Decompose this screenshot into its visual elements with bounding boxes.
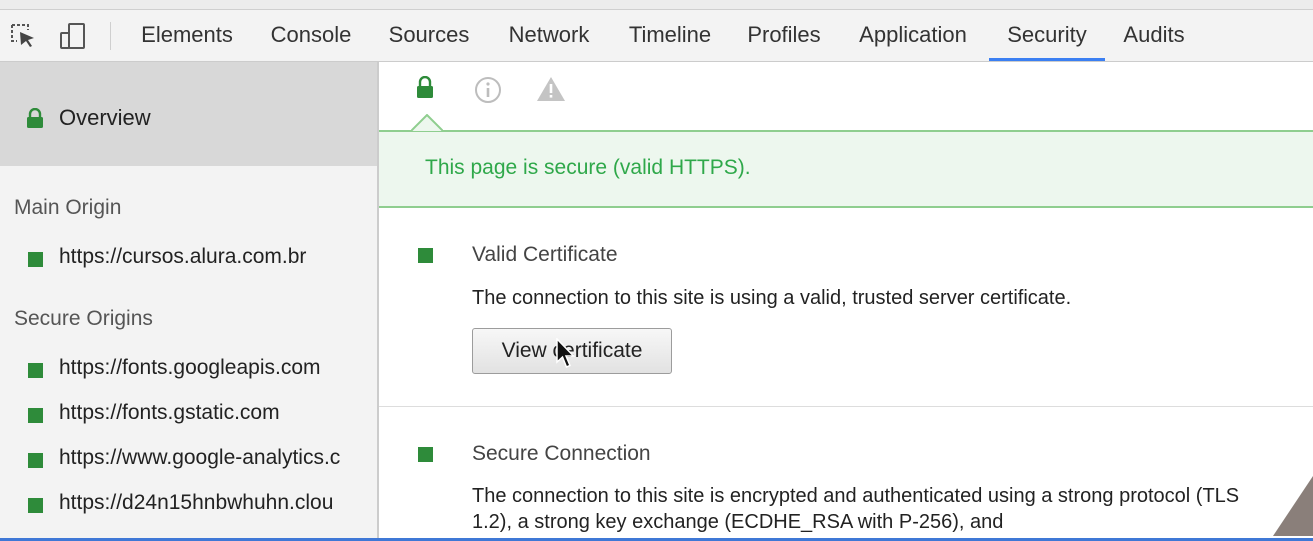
sidebar-item-origin[interactable]: https://d24n15hnbwhuhn.clou <box>28 491 377 519</box>
lock-icon <box>26 107 44 133</box>
origin-url: https://www.google-analytics.c <box>59 446 341 469</box>
main-origin-title: Main Origin <box>14 196 122 219</box>
secure-status-icon <box>418 248 433 263</box>
banner-pointer <box>410 113 444 137</box>
security-sidebar: Overview Main Origin https://cursos.alur… <box>0 62 379 541</box>
device-mode-icon[interactable] <box>58 21 88 51</box>
tab-security[interactable]: Security <box>989 10 1105 61</box>
view-certificate-button[interactable]: View certificate <box>472 328 672 374</box>
secure-status-icon <box>28 453 43 468</box>
tab-timeline[interactable]: Timeline <box>614 10 726 61</box>
origin-url: https://d24n15hnbwhuhn.clou <box>59 491 334 514</box>
devtools-toolbar: Elements Console Sources Network Timelin… <box>0 10 1313 62</box>
tab-sources[interactable]: Sources <box>374 10 484 61</box>
tab-profiles[interactable]: Profiles <box>734 10 834 61</box>
sidebar-item-origin[interactable]: https://fonts.gstatic.com <box>28 401 377 429</box>
secure-status-icon <box>28 252 43 267</box>
connection-description: The connection to this site is encrypted… <box>472 485 1240 533</box>
lock-icon[interactable] <box>416 75 434 103</box>
sidebar-item-label: Overview <box>59 105 151 130</box>
toolbar-separator <box>110 22 111 50</box>
sidebar-item-overview[interactable]: Overview <box>0 62 377 166</box>
connection-title: Secure Connection <box>472 442 651 465</box>
warning-icon[interactable] <box>536 76 566 107</box>
secure-origins-title: Secure Origins <box>14 307 153 330</box>
window-corner <box>1273 476 1313 541</box>
tab-network[interactable]: Network <box>492 10 606 61</box>
origin-url: https://fonts.googleapis.com <box>59 356 321 379</box>
sidebar-item-origin[interactable]: https://www.google-analytics.c <box>28 446 377 474</box>
origin-url: https://cursos.alura.com.br <box>59 245 307 268</box>
secure-status-icon <box>28 363 43 378</box>
certificate-description: The connection to this site is using a v… <box>472 287 1072 309</box>
window-top-strip <box>0 0 1313 10</box>
tab-console[interactable]: Console <box>256 10 366 61</box>
tab-application[interactable]: Application <box>842 10 984 61</box>
secure-banner-text: This page is secure (valid HTTPS). <box>425 156 751 179</box>
sidebar-item-origin[interactable]: https://fonts.googleapis.com <box>28 356 377 384</box>
tab-elements[interactable]: Elements <box>126 10 248 61</box>
security-main-panel: This page is secure (valid HTTPS). Valid… <box>379 62 1313 541</box>
certificate-title: Valid Certificate <box>472 243 618 266</box>
tab-audits[interactable]: Audits <box>1112 10 1196 61</box>
secure-status-icon <box>418 447 433 462</box>
section-divider <box>379 406 1313 407</box>
secure-status-icon <box>28 408 43 423</box>
origin-url: https://fonts.gstatic.com <box>59 401 280 424</box>
secure-status-icon <box>28 498 43 513</box>
inspect-element-icon[interactable] <box>8 21 38 51</box>
sidebar-item-origin[interactable]: https://cursos.alura.com.br <box>28 245 377 273</box>
security-summary-icons <box>379 62 1313 130</box>
info-icon[interactable] <box>474 76 502 109</box>
